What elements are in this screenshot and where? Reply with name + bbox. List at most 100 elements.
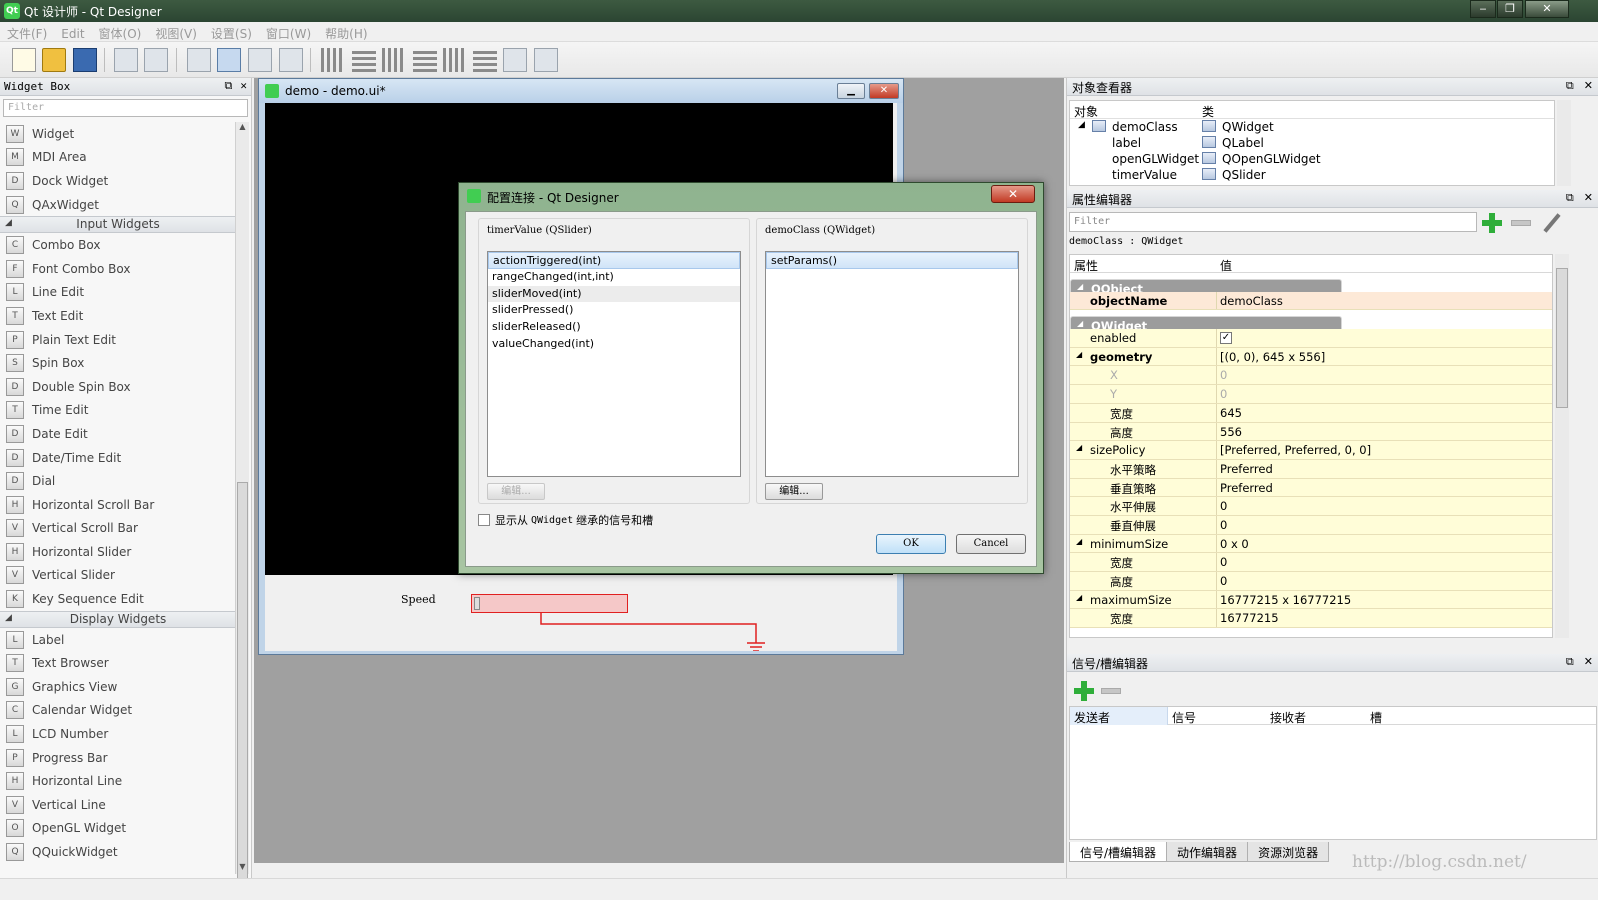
property-value[interactable]: 0 bbox=[1220, 518, 1227, 532]
property-row[interactable]: 高度 556 bbox=[1070, 422, 1552, 442]
signal-item[interactable]: valueChanged(int) bbox=[488, 336, 740, 353]
property-table-scrollbar[interactable] bbox=[1555, 254, 1569, 638]
connections-table[interactable]: 发送者 信号 接收者 槽 bbox=[1069, 706, 1597, 840]
widget-item[interactable]: V Vertical Scroll Bar bbox=[0, 517, 236, 541]
widget-item[interactable]: D Dial bbox=[0, 469, 236, 493]
expand-triangle-icon[interactable]: ◢ bbox=[1076, 350, 1082, 359]
form-close-button[interactable]: ✕ bbox=[869, 83, 899, 99]
widget-item[interactable]: T Text Browser bbox=[0, 651, 236, 675]
configure-wrench-icon[interactable] bbox=[1541, 212, 1563, 234]
dialog-close-button[interactable]: ✕ bbox=[991, 185, 1035, 203]
property-value[interactable]: [(0, 0), 645 x 556] bbox=[1220, 350, 1325, 364]
widget-item[interactable]: V Vertical Line bbox=[0, 793, 236, 817]
form-minimize-button[interactable]: ▁ bbox=[837, 83, 865, 99]
expand-triangle-icon[interactable]: ◢ bbox=[1076, 593, 1082, 602]
property-row[interactable]: 宽度 16777215 bbox=[1070, 609, 1552, 629]
close-icon[interactable]: ✕ bbox=[1584, 191, 1593, 204]
property-table[interactable]: 属性 值 ◢ QObject objectName demoClass ◢ QWidget… bbox=[1069, 254, 1553, 638]
property-row[interactable]: 宽度 645 bbox=[1070, 403, 1552, 423]
expand-triangle-icon[interactable]: ◢ bbox=[1076, 537, 1082, 546]
add-connection-icon[interactable] bbox=[1073, 680, 1095, 702]
break-layout-icon[interactable] bbox=[503, 48, 527, 72]
property-filter-input[interactable]: Filter bbox=[1069, 212, 1477, 232]
signal-item[interactable]: rangeChanged(int,int) bbox=[488, 269, 740, 286]
layout-horizontal-icon[interactable] bbox=[321, 48, 345, 72]
widget-item[interactable]: L Line Edit bbox=[0, 281, 236, 305]
open-folder-icon[interactable] bbox=[42, 48, 66, 72]
property-value[interactable]: 0 x 0 bbox=[1220, 537, 1249, 551]
widget-filter-input[interactable]: Filter bbox=[3, 99, 248, 117]
property-row[interactable]: ◢ maximumSize 16777215 x 16777215 bbox=[1070, 590, 1552, 610]
widget-item[interactable]: F Font Combo Box bbox=[0, 257, 236, 281]
add-dynamic-property-icon[interactable] bbox=[1481, 212, 1503, 234]
widget-category-header[interactable]: ◢ Input Widgets bbox=[0, 216, 236, 234]
property-row[interactable]: ◢ geometry [(0, 0), 645 x 556] bbox=[1070, 347, 1552, 367]
edit-signals-slots-icon[interactable] bbox=[217, 48, 241, 72]
expand-triangle-icon[interactable]: ◢ bbox=[1077, 282, 1083, 291]
enabled-checkbox[interactable]: ✓ bbox=[1220, 332, 1232, 345]
widget-item[interactable]: P Plain Text Edit bbox=[0, 328, 236, 352]
signal-item[interactable]: sliderMoved(int) bbox=[488, 285, 740, 303]
property-row[interactable]: ◢ minimumSize 0 x 0 bbox=[1070, 534, 1552, 554]
widget-item[interactable]: V Vertical Slider bbox=[0, 564, 236, 588]
widget-item[interactable]: P Progress Bar bbox=[0, 746, 236, 770]
property-row[interactable]: objectName demoClass bbox=[1070, 291, 1552, 311]
widget-item[interactable]: M MDI Area bbox=[0, 146, 236, 170]
property-value[interactable]: 0 bbox=[1220, 499, 1227, 513]
property-value[interactable]: 645 bbox=[1220, 406, 1242, 420]
edit-buddies-icon[interactable] bbox=[248, 48, 272, 72]
bring-to-front-icon[interactable] bbox=[144, 48, 168, 72]
tab-action-editor[interactable]: 动作编辑器 bbox=[1166, 842, 1249, 862]
widget-item[interactable]: D Date/Time Edit bbox=[0, 446, 236, 470]
restore-button[interactable]: ❐ bbox=[1497, 0, 1523, 18]
tab-resource-browser[interactable]: 资源浏览器 bbox=[1247, 842, 1330, 862]
col-object[interactable]: 对象 bbox=[1074, 103, 1098, 120]
widget-item[interactable]: L Label bbox=[0, 628, 236, 652]
property-value[interactable]: 16777215 x 16777215 bbox=[1220, 593, 1351, 607]
object-tree-row[interactable]: timerValue QSlider bbox=[1070, 167, 1554, 183]
signals-list[interactable]: actionTriggered(int) rangeChanged(int,int… bbox=[487, 251, 741, 477]
widget-item[interactable]: K Key Sequence Edit bbox=[0, 587, 236, 611]
widget-item[interactable]: D Dock Widget bbox=[0, 169, 236, 193]
remove-connection-icon[interactable] bbox=[1101, 688, 1121, 694]
layout-vertical-splitter-icon[interactable] bbox=[413, 48, 437, 72]
layout-horizontal-splitter-icon[interactable] bbox=[382, 48, 406, 72]
property-value[interactable]: [Preferred, Preferred, 0, 0] bbox=[1220, 443, 1371, 457]
ok-button[interactable]: OK bbox=[876, 534, 946, 554]
adjust-size-icon[interactable] bbox=[534, 48, 558, 72]
widget-item[interactable]: H Horizontal Line bbox=[0, 769, 236, 793]
object-tree-row[interactable]: ◢ demoClass QWidget bbox=[1070, 119, 1554, 135]
slots-list[interactable]: setParams() bbox=[765, 251, 1019, 477]
widget-item[interactable]: C Combo Box bbox=[0, 233, 236, 257]
widget-item[interactable]: D Double Spin Box bbox=[0, 375, 236, 399]
widget-item[interactable]: L LCD Number bbox=[0, 722, 236, 746]
widget-item[interactable]: T Text Edit bbox=[0, 304, 236, 328]
tab-signal-slot-editor[interactable]: 信号/槽编辑器 bbox=[1069, 842, 1168, 862]
signal-item[interactable]: sliderPressed() bbox=[488, 302, 740, 319]
widget-item[interactable]: G Graphics View bbox=[0, 675, 236, 699]
object-tree-scrollbar[interactable] bbox=[1557, 100, 1571, 186]
col-class[interactable]: 类 bbox=[1202, 103, 1214, 120]
property-row[interactable]: 宽度 0 bbox=[1070, 553, 1552, 572]
cancel-button[interactable]: Cancel bbox=[956, 534, 1026, 554]
expand-triangle-icon[interactable]: ◢ bbox=[1076, 443, 1082, 452]
widget-item[interactable]: Q QQuickWidget bbox=[0, 840, 236, 864]
edit-tab-order-icon[interactable] bbox=[279, 48, 303, 72]
property-value[interactable]: demoClass bbox=[1220, 294, 1283, 308]
checkbox-box[interactable] bbox=[478, 514, 490, 526]
menu-edit[interactable]: Edit bbox=[54, 24, 91, 44]
col-slot[interactable]: 槽 bbox=[1370, 709, 1382, 726]
close-icon[interactable]: ✕ bbox=[1584, 79, 1593, 92]
property-value[interactable]: 0 bbox=[1220, 574, 1227, 588]
widget-item[interactable]: W Widget bbox=[0, 122, 236, 146]
collapse-triangle-icon[interactable]: ◢ bbox=[5, 218, 12, 228]
property-value[interactable]: 0 bbox=[1220, 555, 1227, 569]
widget-item[interactable]: C Calendar Widget bbox=[0, 699, 236, 723]
layout-vertical-icon[interactable] bbox=[352, 48, 376, 72]
object-tree-row[interactable]: label QLabel bbox=[1070, 135, 1554, 151]
property-row[interactable]: 垂直伸展 0 bbox=[1070, 515, 1552, 535]
show-inherited-checkbox[interactable]: 显示从 QWidget 继承的信号和槽 bbox=[478, 512, 653, 528]
col-receiver[interactable]: 接收者 bbox=[1270, 709, 1306, 726]
expand-triangle-icon[interactable]: ◢ bbox=[1078, 120, 1085, 130]
collapse-triangle-icon[interactable]: ◢ bbox=[5, 613, 12, 623]
